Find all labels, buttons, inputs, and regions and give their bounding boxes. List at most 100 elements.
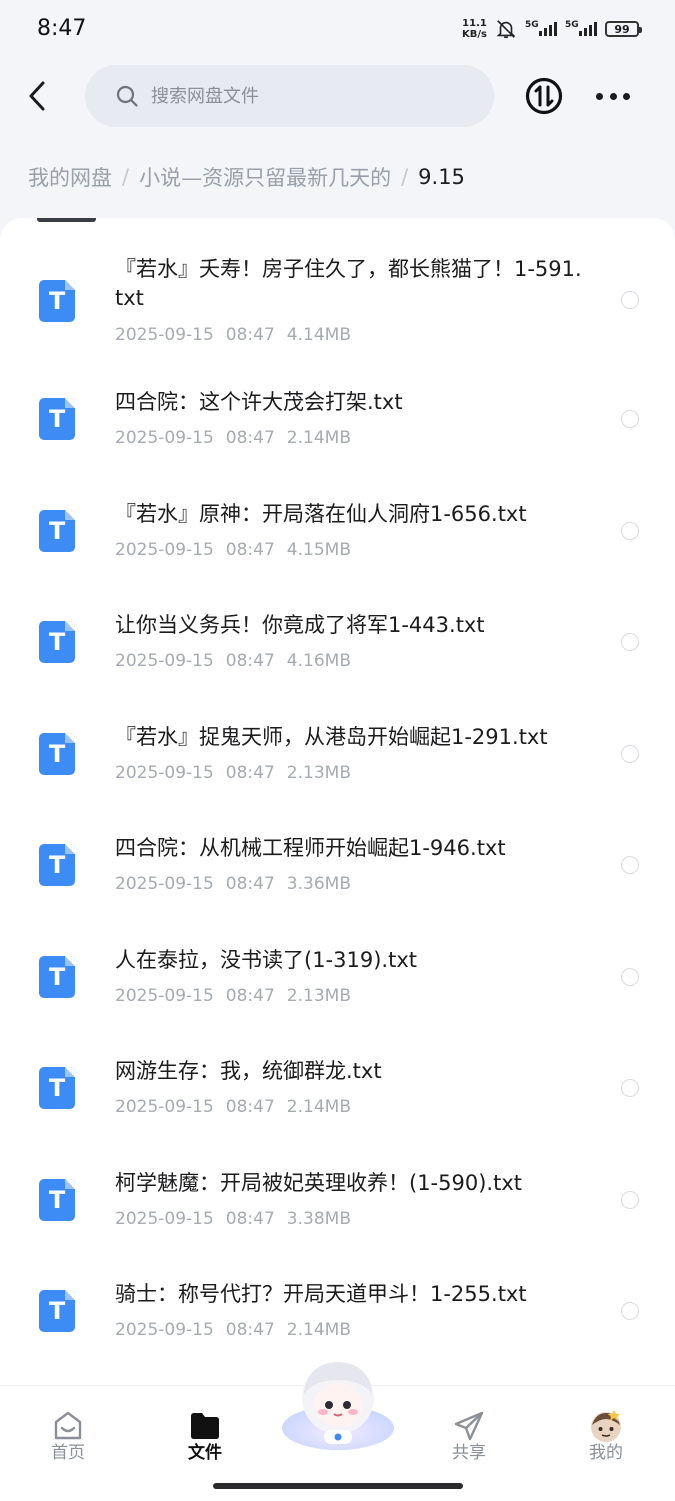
file-date: 2025-09-15 — [115, 428, 214, 448]
file-row[interactable]: T 『若水』夭寿！房子住久了，都长熊猫了！1-591.txt 2025-09-1… — [0, 248, 675, 360]
select-radio[interactable] — [621, 291, 639, 309]
file-name: 骑士：称号代打？开局天道甲斗！1-255.txt — [115, 1282, 527, 1306]
file-meta: 2025-09-15 08:47 3.38MB — [115, 1209, 363, 1229]
status-indicators: 11.1 KB/s 5G 5G 99 — [462, 18, 642, 40]
file-list: T 『若水』夭寿！房子住久了，都长熊猫了！1-591.txt 2025-09-1… — [0, 218, 675, 1388]
nav-label-share: 共享 — [452, 1443, 486, 1463]
select-radio[interactable] — [621, 1191, 639, 1209]
file-size: 2.13MB — [286, 986, 351, 1006]
status-bar: 8:47 11.1 KB/s 5G 5G 99 — [0, 0, 675, 62]
select-radio[interactable] — [621, 856, 639, 874]
signal-2-icon: 5G — [565, 20, 597, 36]
more-options-button[interactable] — [596, 84, 630, 108]
file-meta: 2025-09-15 08:47 4.14MB — [115, 325, 363, 345]
file-name: 让你当义务兵！你竟成了将军1-443.txt — [115, 613, 485, 637]
file-date: 2025-09-15 — [115, 1209, 214, 1229]
file-size: 2.14MB — [286, 1320, 351, 1340]
file-date: 2025-09-15 — [115, 874, 214, 894]
file-name: 人在泰拉，没书读了(1-319).txt — [115, 948, 417, 972]
file-row[interactable]: T 四合院：从机械工程师开始崛起1-946.txt 2025-09-15 08:4… — [0, 824, 675, 924]
txt-file-icon: T — [39, 1067, 75, 1109]
txt-file-icon: T — [39, 1179, 75, 1221]
file-row[interactable]: T 柯学魅魔：开局被妃英理收养！(1-590).txt 2025-09-15 08… — [0, 1159, 675, 1259]
file-date: 2025-09-15 — [115, 540, 214, 560]
file-row[interactable]: T 网游生存：我，统御群龙.txt 2025-09-15 08:47 2.14MB — [0, 1047, 675, 1147]
select-radio[interactable] — [621, 1079, 639, 1097]
breadcrumb-separator: / — [122, 165, 130, 189]
file-time: 08:47 — [225, 1209, 275, 1229]
more-dot-icon — [596, 92, 603, 100]
file-size: 4.15MB — [286, 540, 351, 560]
file-name: 柯学魅魔：开局被妃英理收养！(1-590).txt — [115, 1171, 522, 1195]
chevron-left-icon — [29, 81, 45, 111]
transfer-button[interactable] — [524, 76, 564, 116]
battery-icon: 99 — [605, 21, 642, 37]
file-name: 『若水』原神：开局落在仙人洞府1-656.txt — [115, 502, 527, 526]
search-input[interactable] — [149, 84, 453, 108]
file-row[interactable]: T 让你当义务兵！你竟成了将军1-443.txt 2025-09-15 08:47… — [0, 601, 675, 701]
top-bar — [0, 62, 675, 130]
file-row[interactable]: T 人在泰拉，没书读了(1-319).txt 2025-09-15 08:47 2.… — [0, 936, 675, 1036]
file-meta: 2025-09-15 08:47 2.13MB — [115, 763, 363, 783]
select-radio[interactable] — [621, 745, 639, 763]
nav-label-home: 首页 — [51, 1443, 85, 1463]
file-size: 2.14MB — [286, 1097, 351, 1117]
file-time: 08:47 — [225, 1097, 275, 1117]
txt-file-icon: T — [39, 956, 75, 998]
home-indicator — [213, 1483, 463, 1489]
txt-file-icon: T — [39, 733, 75, 775]
file-date: 2025-09-15 — [115, 325, 214, 345]
nav-label-files: 文件 — [188, 1443, 222, 1463]
nav-label-mine: 我的 — [589, 1443, 623, 1463]
file-meta: 2025-09-15 08:47 2.13MB — [115, 986, 363, 1006]
file-meta: 2025-09-15 08:47 4.15MB — [115, 540, 363, 560]
file-date: 2025-09-15 — [115, 1320, 214, 1340]
file-row[interactable]: T 四合院：这个许大茂会打架.txt 2025-09-15 08:47 2.14MB — [0, 378, 675, 478]
file-time: 08:47 — [225, 874, 275, 894]
select-radio[interactable] — [621, 633, 639, 651]
back-button[interactable] — [22, 76, 54, 116]
txt-file-icon: T — [39, 398, 75, 440]
file-time: 08:47 — [225, 763, 275, 783]
more-dot-icon — [623, 92, 630, 100]
txt-file-icon: T — [39, 621, 75, 663]
mascot-assistant-icon[interactable] — [278, 1350, 398, 1450]
txt-file-icon: T — [39, 844, 75, 886]
file-date: 2025-09-15 — [115, 651, 214, 671]
txt-file-icon: T — [39, 280, 75, 322]
file-name: 『若水』捉鬼天师，从港岛开始崛起1-291.txt — [115, 725, 548, 749]
select-radio[interactable] — [621, 968, 639, 986]
breadcrumb-separator: / — [401, 165, 409, 189]
file-meta: 2025-09-15 08:47 2.14MB — [115, 428, 363, 448]
network-speed: 11.1 KB/s — [462, 18, 487, 40]
file-name: 四合院：从机械工程师开始崛起1-946.txt — [115, 836, 506, 860]
file-time: 08:47 — [225, 1320, 275, 1340]
search-icon — [116, 85, 138, 107]
bell-muted-icon — [496, 20, 516, 39]
select-radio[interactable] — [621, 1302, 639, 1320]
search-bar[interactable] — [85, 65, 494, 127]
file-size: 3.36MB — [286, 874, 351, 894]
file-size: 2.14MB — [286, 428, 351, 448]
txt-file-icon: T — [39, 510, 75, 552]
more-dot-icon — [609, 92, 617, 100]
breadcrumb-item-folder[interactable]: 小说—资源只留最新几天的 — [139, 162, 391, 192]
file-size: 4.16MB — [286, 651, 351, 671]
file-row[interactable]: T 『若水』原神：开局落在仙人洞府1-656.txt 2025-09-15 08:… — [0, 490, 675, 590]
status-time: 8:47 — [37, 16, 87, 41]
breadcrumb-item-root[interactable]: 我的网盘 — [28, 162, 112, 192]
breadcrumb: 我的网盘 / 小说—资源只留最新几天的 / 9.15 — [28, 162, 465, 192]
txt-file-icon: T — [39, 1290, 75, 1332]
list-scroll-edge — [37, 218, 96, 222]
file-size: 2.13MB — [286, 763, 351, 783]
file-name: 四合院：这个许大茂会打架.txt — [115, 390, 403, 414]
file-name: 『若水』夭寿！房子住久了，都长熊猫了！1-591.txt — [115, 257, 582, 310]
file-meta: 2025-09-15 08:47 2.14MB — [115, 1097, 363, 1117]
file-row[interactable]: T 『若水』捉鬼天师，从港岛开始崛起1-291.txt 2025-09-15 08… — [0, 713, 675, 813]
file-time: 08:47 — [225, 651, 275, 671]
select-radio[interactable] — [621, 410, 639, 428]
signal-1-icon: 5G — [525, 20, 557, 36]
file-time: 08:47 — [225, 428, 275, 448]
file-name: 网游生存：我，统御群龙.txt — [115, 1059, 382, 1083]
select-radio[interactable] — [621, 522, 639, 540]
